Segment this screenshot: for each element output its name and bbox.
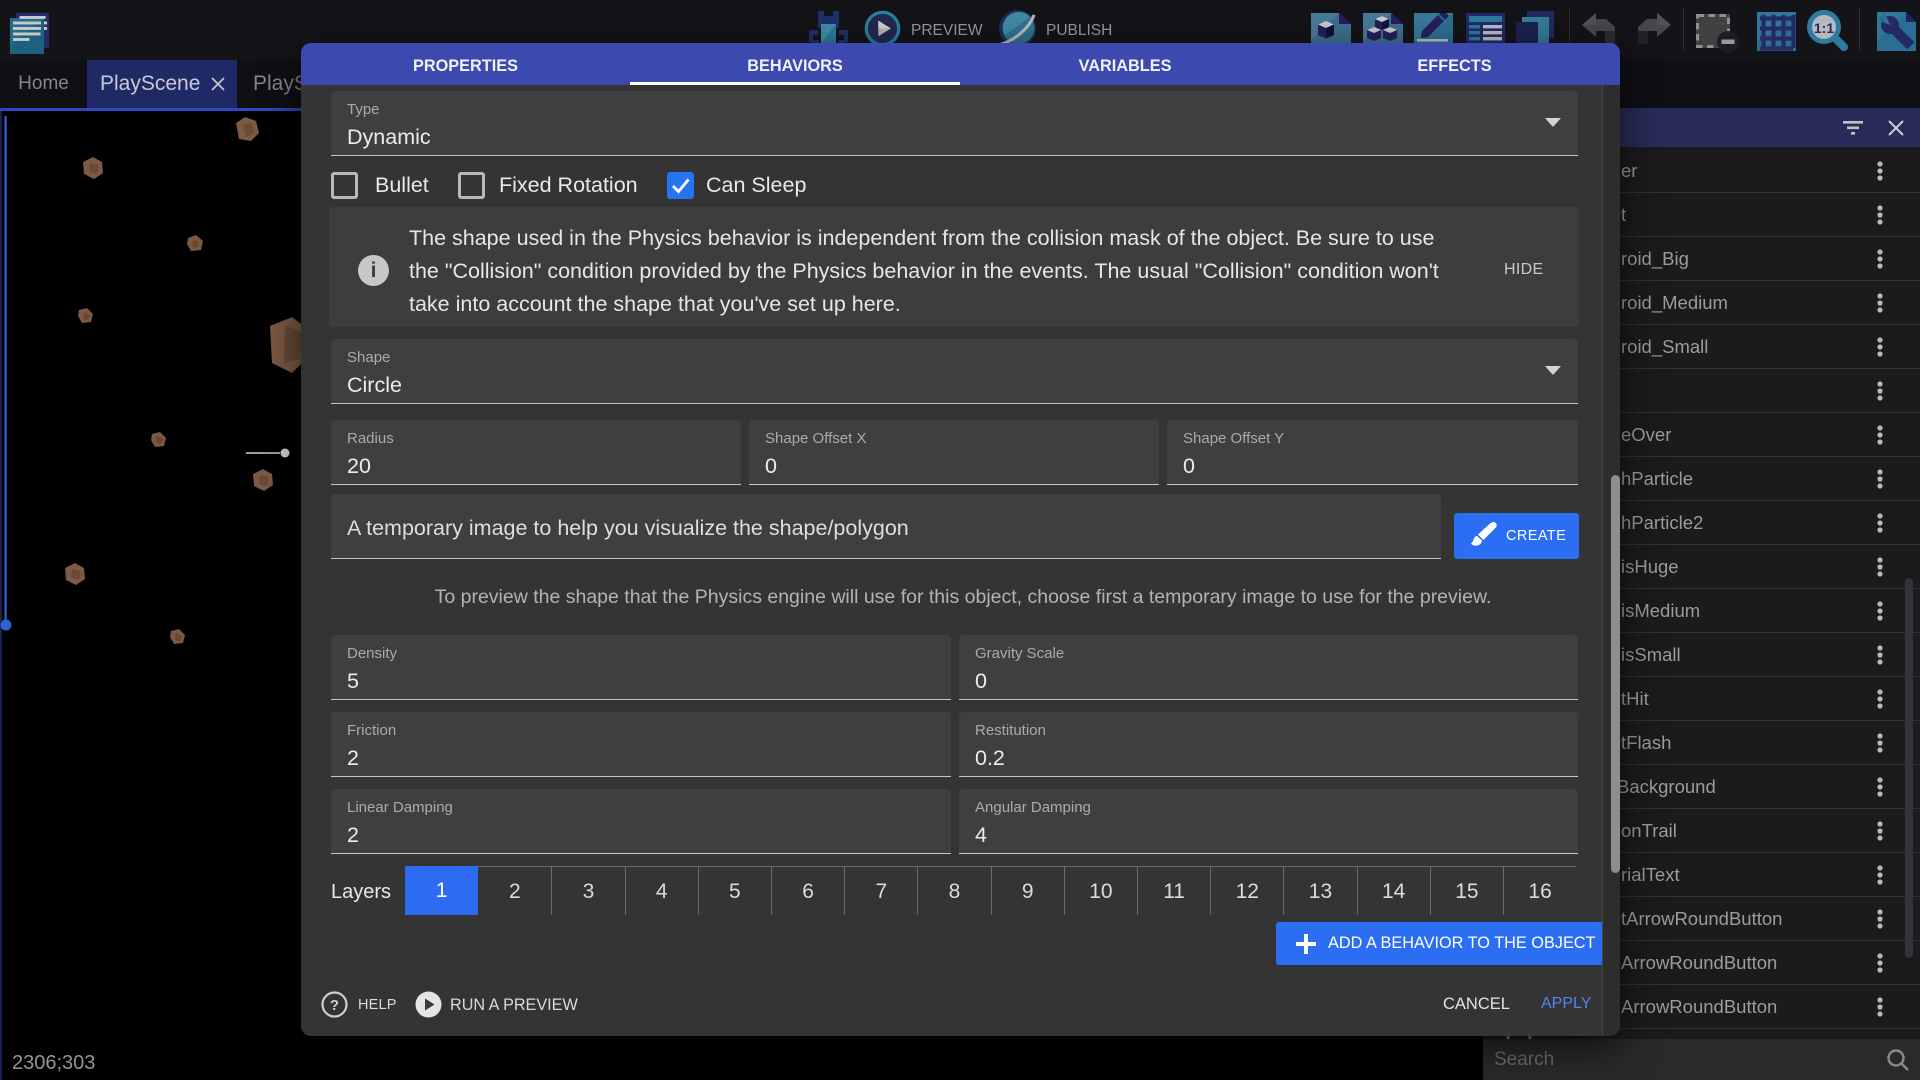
svg-text:?: ? (330, 997, 339, 1014)
svg-text:1:1: 1:1 (1814, 20, 1834, 36)
